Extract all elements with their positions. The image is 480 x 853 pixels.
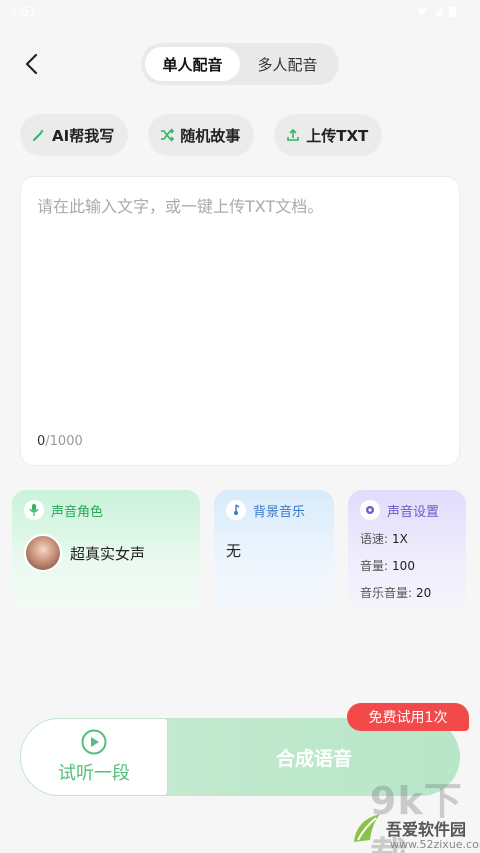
music-volume-label: 音乐音量:	[360, 586, 413, 600]
voice-role-header: 声音角色	[24, 500, 188, 520]
microphone-icon	[24, 500, 44, 520]
preview-button[interactable]: 试听一段	[20, 718, 168, 796]
status-bar: 4:51	[0, 0, 480, 28]
background-music-card[interactable]: 背景音乐 无	[214, 490, 334, 610]
free-trial-badge: 免费试用1次	[347, 703, 469, 731]
background-music-header: 背景音乐	[226, 500, 322, 520]
chevron-left-icon	[25, 53, 38, 75]
random-story-button[interactable]: 随机故事	[148, 114, 255, 156]
background-music-title: 背景音乐	[253, 504, 306, 520]
wifi-icon	[417, 8, 427, 17]
text-input[interactable]	[37, 193, 443, 423]
mode-tabs: 单人配音 多人配音	[141, 43, 339, 85]
watermark-logo	[354, 814, 380, 842]
voice-name: 超真实女声	[70, 544, 146, 563]
watermark-name: 吾爱软件园	[386, 820, 467, 839]
voice-settings-title: 声音设置	[387, 504, 440, 520]
background-music-value: 无	[226, 542, 242, 560]
magic-wand-icon	[33, 129, 45, 141]
char-max: /1000	[45, 434, 83, 449]
voice-role-body: 超真实女声	[24, 534, 188, 572]
ai-write-label: AI帮我写	[52, 126, 115, 145]
watermark: 9k下载 吾爱软件园 www.52zixue.com	[350, 770, 480, 853]
signal-icon	[433, 6, 443, 17]
speed-label: 语速:	[360, 532, 389, 546]
text-editor-card: 0/1000	[20, 176, 460, 466]
shuffle-icon	[161, 128, 175, 142]
music-volume-value: 20	[416, 586, 432, 600]
status-time: 4:51	[10, 5, 37, 19]
avatar	[24, 534, 62, 572]
battery-icon	[449, 6, 456, 17]
gear-icon	[360, 500, 380, 520]
tab-single-dubbing[interactable]: 单人配音	[145, 47, 240, 81]
music-volume-line: 音乐音量: 20	[360, 584, 454, 601]
voice-settings-card[interactable]: 声音设置 语速: 1X 音量: 100 音乐音量: 20	[348, 490, 466, 610]
upload-icon	[287, 128, 300, 141]
play-circle-icon	[81, 729, 107, 755]
back-button[interactable]	[18, 50, 46, 78]
tab-multi-dubbing[interactable]: 多人配音	[240, 47, 335, 81]
upload-txt-button[interactable]: 上传TXT	[274, 114, 383, 156]
random-story-label: 随机故事	[180, 126, 241, 145]
volume-line: 音量: 100	[360, 557, 454, 574]
status-icons	[417, 6, 456, 17]
char-counter: 0/1000	[37, 434, 83, 449]
upload-txt-label: 上传TXT	[306, 126, 369, 145]
voice-settings-header: 声音设置	[360, 500, 454, 520]
ai-write-button[interactable]: AI帮我写	[20, 114, 129, 156]
preview-label: 试听一段	[58, 763, 130, 784]
voice-role-title: 声音角色	[51, 504, 104, 520]
speed-value: 1X	[392, 532, 408, 546]
music-note-icon	[226, 500, 246, 520]
watermark-url: www.52zixue.com	[390, 838, 480, 851]
voice-role-card[interactable]: 声音角色 超真实女声	[12, 490, 200, 610]
volume-value: 100	[392, 559, 415, 573]
speed-line: 语速: 1X	[360, 530, 454, 547]
action-row: AI帮我写 随机故事 上传TXT	[20, 114, 383, 156]
volume-label: 音量:	[360, 559, 389, 573]
